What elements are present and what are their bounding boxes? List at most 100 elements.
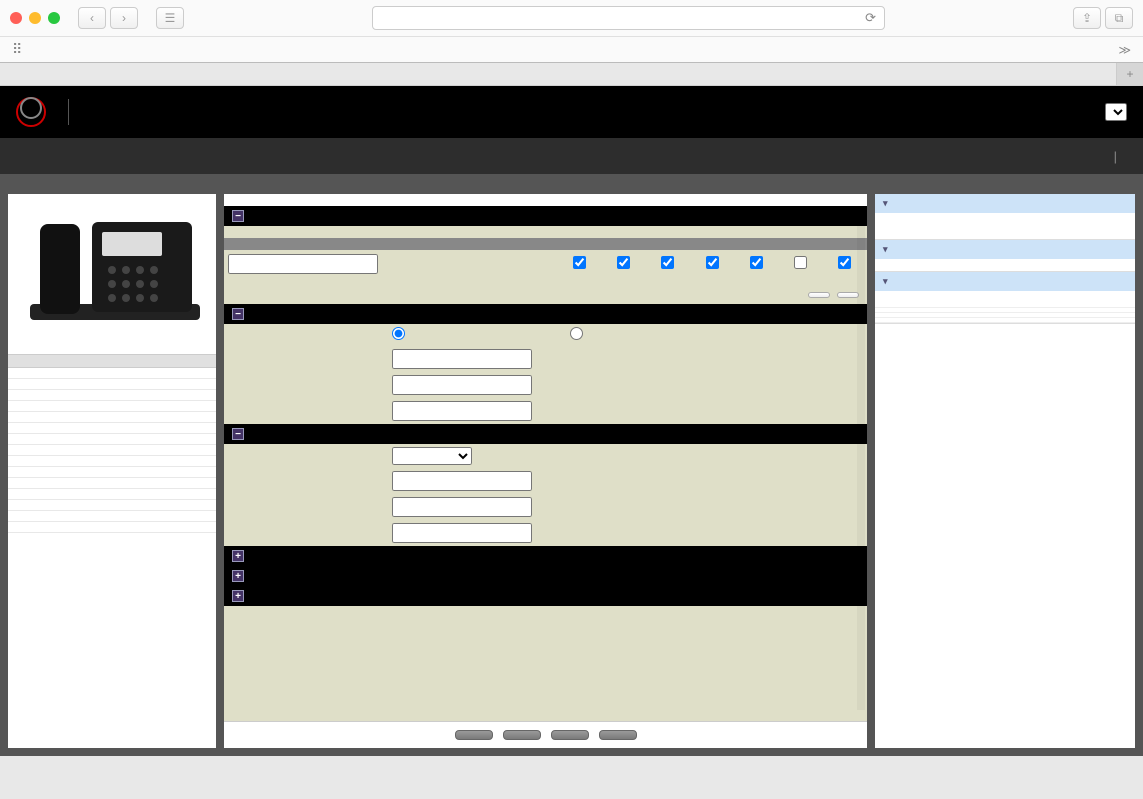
section-desktop-connector[interactable]: +: [224, 546, 867, 566]
sidebar: [8, 194, 216, 748]
help-description-header[interactable]: ▾: [875, 194, 1135, 213]
expand-icon[interactable]: +: [232, 550, 244, 562]
browser-chrome: ‹ › ☰ ⟳ ⇪ ⧉ ⠿ ≫ +: [0, 0, 1143, 86]
breadcrumb: [0, 174, 1143, 186]
push-password-input[interactable]: [392, 523, 532, 543]
browser-tab[interactable]: [0, 63, 1117, 85]
col-outgoing: [646, 238, 690, 250]
new-tab-button[interactable]: +: [1117, 63, 1143, 85]
expand-icon[interactable]: +: [232, 570, 244, 582]
allow-push-select[interactable]: [392, 447, 472, 465]
bookmarks-bar: ⠿ ≫: [0, 36, 1143, 62]
window-controls: [10, 12, 60, 24]
collapse-icon[interactable]: −: [232, 210, 244, 222]
app-header: [0, 86, 1143, 138]
source-sip: [875, 318, 1135, 323]
zoom-icon[interactable]: [48, 12, 60, 24]
chevron-down-icon: ▾: [883, 276, 888, 287]
sidebar-item-syslog[interactable]: [8, 434, 216, 445]
sidebar-button[interactable]: ☰: [156, 7, 184, 29]
push-username-input[interactable]: [392, 497, 532, 517]
view-mods-button[interactable]: [551, 730, 589, 740]
page-title: [224, 194, 867, 206]
sidebar-item-lines[interactable]: [8, 467, 216, 478]
col-line-reg: [557, 238, 601, 250]
address-bar[interactable]: ⟳: [372, 6, 885, 30]
sidebar-item-microbrowser[interactable]: [8, 368, 216, 379]
telephony-url-input[interactable]: [228, 254, 378, 274]
collapse-icon[interactable]: −: [232, 308, 244, 320]
close-icon[interactable]: [10, 12, 22, 24]
save-button[interactable]: [599, 730, 637, 740]
phone-illustration-icon: [22, 204, 202, 344]
forward-button[interactable]: ›: [110, 7, 138, 29]
sidebar-item-sip[interactable]: [8, 456, 216, 467]
check-outgoing[interactable]: [661, 256, 674, 269]
section-exchange-apps[interactable]: +: [224, 566, 867, 586]
main-nav: |: [0, 138, 1143, 174]
telephony-description: [224, 226, 867, 238]
language-select[interactable]: [1105, 103, 1127, 121]
col-url: [224, 238, 557, 250]
psp-username-input[interactable]: [392, 375, 532, 395]
check-offhook[interactable]: [750, 256, 763, 269]
section-phone-state-polling[interactable]: −: [224, 304, 867, 324]
cancel-button[interactable]: [455, 730, 493, 740]
help-sources-body: [875, 291, 1135, 303]
telephony-table: [224, 238, 867, 278]
sidebar-item-phone-lock[interactable]: [8, 511, 216, 522]
phone-image: [8, 194, 216, 354]
remove-button[interactable]: [837, 292, 859, 298]
section-telephony-event[interactable]: −: [224, 206, 867, 226]
help-panel: ▾ ▾ ▾: [875, 194, 1135, 748]
reload-icon[interactable]: ⟳: [865, 10, 876, 26]
check-line-reg[interactable]: [573, 256, 586, 269]
col-login-logout: [778, 238, 822, 250]
sidebar-item-paging-ptt[interactable]: [8, 445, 216, 456]
help-description-body: [875, 213, 1135, 239]
scrollbar[interactable]: [857, 224, 865, 710]
share-button[interactable]: ⇪: [1073, 7, 1101, 29]
help-sources-header[interactable]: ▾: [875, 272, 1135, 291]
sidebar-item-change-password[interactable]: [8, 500, 216, 511]
reset-button[interactable]: [503, 730, 541, 740]
sidebar-item-provisioning-server[interactable]: [8, 423, 216, 434]
sidebar-item-power-saving[interactable]: [8, 489, 216, 500]
sidebar-item-audio-codec-profiles[interactable]: [8, 412, 216, 423]
table-row: [224, 250, 867, 278]
section-rest-api[interactable]: +: [224, 586, 867, 606]
collapse-icon[interactable]: −: [232, 428, 244, 440]
psp-password-input[interactable]: [392, 401, 532, 421]
sidebar-item-applications[interactable]: [8, 390, 216, 401]
server-root-url-input[interactable]: [392, 471, 532, 491]
sidebar-item-logging[interactable]: [8, 379, 216, 390]
help-field-header[interactable]: ▾: [875, 240, 1135, 259]
check-call-state[interactable]: [838, 256, 851, 269]
section-push[interactable]: −: [224, 424, 867, 444]
poll-url-input[interactable]: [392, 349, 532, 369]
views-header: [8, 354, 216, 368]
radio-requester[interactable]: [570, 327, 730, 343]
views-list: [8, 368, 216, 533]
divider: [68, 99, 69, 125]
add-button[interactable]: [808, 292, 830, 298]
col-incoming: [601, 238, 645, 250]
sidebar-item-vvx-d60[interactable]: [8, 522, 216, 533]
radio-poll-url[interactable]: [392, 327, 552, 343]
check-login-logout[interactable]: [794, 256, 807, 269]
sidebar-item-audio-codec-priority[interactable]: [8, 401, 216, 412]
check-incoming[interactable]: [617, 256, 630, 269]
minimize-icon[interactable]: [29, 12, 41, 24]
col-offhook: [734, 238, 778, 250]
back-button[interactable]: ‹: [78, 7, 106, 29]
apps-icon[interactable]: ⠿: [12, 41, 22, 58]
sidebar-item-uc-one[interactable]: [8, 478, 216, 489]
polycom-logo-icon: [16, 97, 46, 127]
bookmarks-overflow-icon[interactable]: ≫: [1118, 43, 1131, 57]
tabs-button[interactable]: ⧉: [1105, 7, 1133, 29]
check-onhook[interactable]: [706, 256, 719, 269]
main-panel: −: [224, 194, 867, 748]
divider: |: [1114, 149, 1117, 164]
help-field-body: [875, 259, 1135, 271]
expand-icon[interactable]: +: [232, 590, 244, 602]
